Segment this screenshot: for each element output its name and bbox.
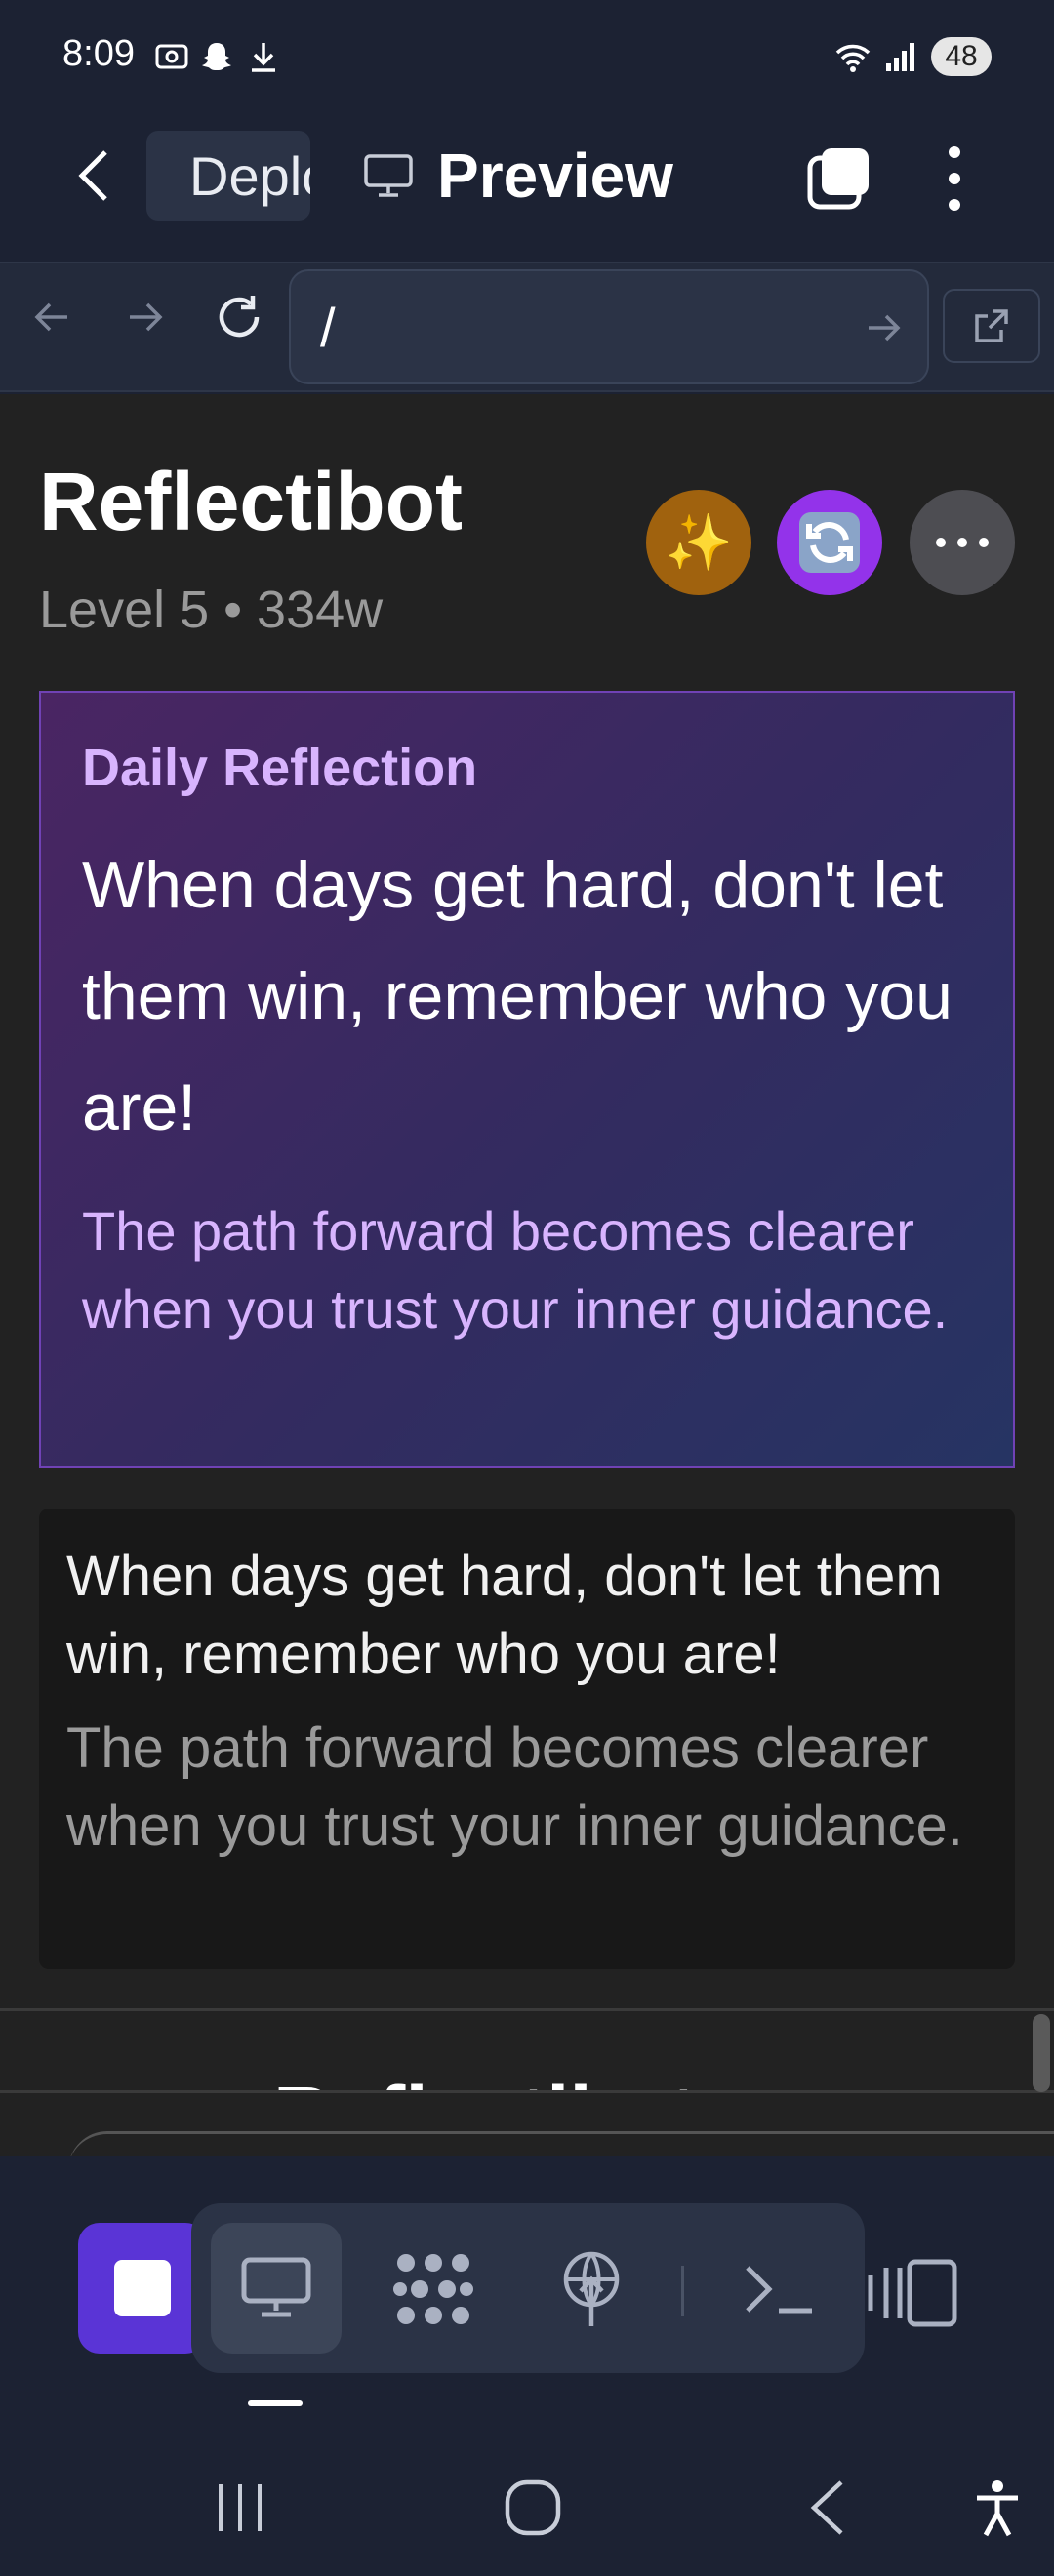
back-button[interactable] <box>64 146 123 205</box>
terminal-icon <box>746 2266 812 2314</box>
section-heading-partial: Reflectibot <box>273 2069 697 2090</box>
tab-deploy[interactable]: Deploy <box>146 131 310 221</box>
workflow-icon <box>393 2254 473 2324</box>
back-icon <box>810 2480 843 2535</box>
monitor-icon <box>241 2257 311 2317</box>
accessibility-icon <box>977 2480 1018 2537</box>
devices-icon <box>868 2259 957 2327</box>
recents-button[interactable] <box>201 2469 279 2547</box>
go-arrow-icon <box>869 314 901 342</box>
reflection-body: The path forward becomes clearer when yo… <box>82 1200 949 1340</box>
reflection-quote: When days get hard, don't let them win, … <box>82 848 953 1145</box>
mode-separator <box>681 2266 684 2316</box>
more-options-button[interactable] <box>925 142 984 215</box>
section-divider-lower <box>0 2090 1054 2093</box>
refresh-button[interactable] <box>777 490 882 595</box>
section-divider <box>0 2008 1054 2011</box>
preview-mode-button[interactable] <box>211 2223 342 2354</box>
tabs-icon <box>807 148 869 210</box>
terminal-button[interactable] <box>730 2240 828 2338</box>
nav-back-icon <box>34 302 67 332</box>
url-input[interactable]: / <box>289 269 929 384</box>
scrollbar-thumb[interactable] <box>1033 2014 1050 2092</box>
tab-preview[interactable]: Preview <box>363 131 673 221</box>
tab-preview-label: Preview <box>437 141 673 211</box>
refresh-icon <box>799 512 860 573</box>
system-back-button[interactable] <box>789 2469 867 2547</box>
accessibility-button[interactable] <box>958 2469 1036 2547</box>
back-icon <box>78 150 107 201</box>
options-button[interactable] <box>910 490 1015 595</box>
workflow-button[interactable] <box>385 2240 482 2338</box>
plain-body: The path forward becomes clearer when yo… <box>66 1716 963 1858</box>
url-input-value: / <box>320 296 336 358</box>
tab-deploy-label: Deploy <box>189 144 310 207</box>
download-icon <box>244 37 283 76</box>
battery-indicator: 48 <box>931 37 992 76</box>
go-button[interactable] <box>865 308 904 347</box>
open-external-icon <box>975 309 1008 342</box>
sparkle-button[interactable]: ✨ <box>646 490 751 595</box>
page-subtitle: Level 5 • 334w <box>39 581 384 639</box>
nav-back-button[interactable] <box>18 283 86 351</box>
more-horizontal-icon <box>936 538 989 547</box>
recents-icon <box>219 2484 262 2531</box>
open-external-button[interactable] <box>943 289 1040 363</box>
wifi-icon <box>833 37 872 76</box>
nav-forward-button[interactable] <box>111 283 180 351</box>
page-title: Reflectibot <box>39 456 464 547</box>
home-icon <box>505 2479 561 2536</box>
stop-icon <box>114 2260 171 2316</box>
screenshot-icon <box>152 37 191 76</box>
active-tab-indicator <box>248 2400 303 2406</box>
monitor-icon <box>364 154 413 197</box>
plain-quote: When days get hard, don't let them win, … <box>66 1545 943 1686</box>
more-vertical-icon <box>949 146 960 211</box>
status-time: 8:09 <box>62 33 135 74</box>
deploy-icon <box>563 2251 620 2326</box>
home-button[interactable] <box>494 2469 572 2547</box>
tabs-button[interactable] <box>804 144 872 213</box>
sparkle-icon: ✨ <box>665 511 733 575</box>
reload-button[interactable] <box>205 283 273 351</box>
nav-forward-icon <box>130 302 163 332</box>
card-heading: Daily Reflection <box>82 739 478 797</box>
stop-button[interactable] <box>78 2223 207 2354</box>
reload-icon <box>219 296 260 338</box>
snapchat-icon <box>197 37 236 76</box>
devices-button[interactable] <box>865 2254 962 2332</box>
deploy-mode-button[interactable] <box>543 2240 640 2338</box>
signal-icon <box>882 37 921 76</box>
